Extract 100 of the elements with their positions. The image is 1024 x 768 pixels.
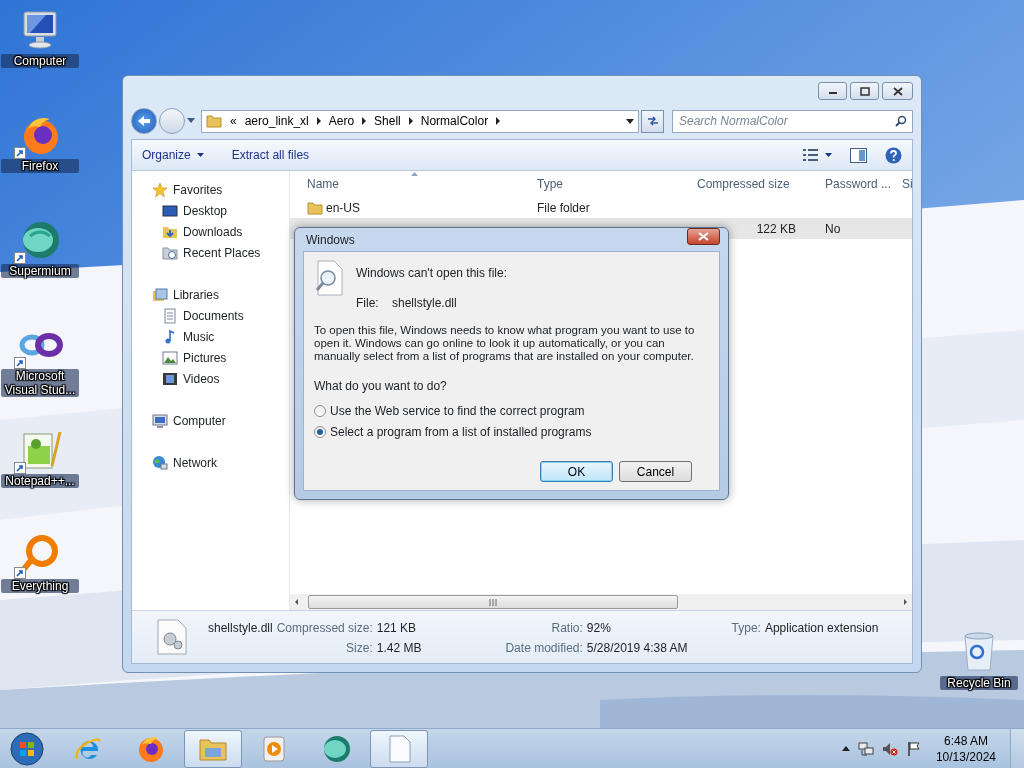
dialog-message: To open this file, Windows needs to know what program you want to use to open it. Windows can go online to look it up automatically, or you can manually select from a list of programs that are installed on your computer. [314, 324, 696, 363]
file-row[interactable]: en-US File folder [290, 197, 912, 218]
address-bar[interactable]: « aero_link_xl Aero Shell NormalColor [201, 109, 639, 133]
dll-file-icon [156, 619, 188, 655]
chevron-icon[interactable] [316, 117, 321, 125]
field-label: Compressed size: [276, 620, 373, 637]
scroll-thumb[interactable] [308, 595, 678, 609]
command-button[interactable]: Organize [142, 146, 204, 164]
taskbar-button[interactable] [370, 729, 428, 768]
dialog-question: What do you want to do? [314, 378, 448, 395]
view-button[interactable] [803, 149, 832, 161]
command-button[interactable]: Extract all files [231, 146, 310, 164]
nav-item[interactable]: Music [132, 326, 289, 347]
dialog-button[interactable]: OK [540, 461, 613, 482]
file-label: File: [356, 295, 380, 312]
picture-icon [162, 349, 178, 366]
close-button[interactable] [882, 82, 913, 100]
computer-icon [152, 412, 168, 429]
column-header[interactable]: Type [520, 175, 680, 193]
clock[interactable]: 6:48 AM 10/13/2024 [929, 732, 1002, 765]
windows-orb-icon [10, 731, 44, 766]
field-value: 5/28/2019 4:38 AM [586, 640, 688, 657]
network-icon[interactable] [857, 740, 874, 757]
field-value: 121 KB [376, 620, 418, 637]
search-field[interactable]: Search NormalColor [672, 109, 913, 133]
folder-icon [206, 113, 222, 129]
close-icon [698, 232, 709, 241]
field-value: Application extension [764, 620, 879, 637]
history-dropdown-icon[interactable] [187, 118, 195, 124]
chevron-icon[interactable] [496, 117, 501, 125]
field-value: 1.42 MB [376, 640, 422, 657]
nav-item[interactable]: Libraries [132, 284, 289, 305]
breadcrumb-overflow[interactable]: « [230, 112, 237, 130]
radio-button[interactable] [314, 425, 326, 438]
breadcrumb-item[interactable]: NormalColor [420, 112, 489, 130]
maximize-icon[interactable] [858, 85, 871, 97]
breadcrumb-item[interactable]: aero_link_xl [244, 112, 309, 130]
dialog-button[interactable]: Cancel [619, 461, 692, 482]
chevron-icon[interactable] [362, 117, 367, 125]
show-hidden-icons-icon[interactable] [841, 746, 850, 751]
icon-label[interactable]: Firefox [1, 159, 79, 173]
library-icon [152, 286, 168, 303]
preview-pane-icon[interactable] [850, 147, 867, 163]
flag-icon[interactable] [905, 740, 922, 757]
file-name: shellstyle.dll [208, 620, 273, 637]
desktop-icon [162, 202, 178, 219]
field-label: Size: [345, 640, 373, 657]
icon-label[interactable]: Everything [1, 579, 79, 593]
refresh-icon [645, 115, 660, 127]
address-dropdown-icon[interactable] [626, 118, 634, 124]
list-view-icon [803, 149, 819, 161]
icon-label[interactable]: Microsoft Visual Stud... [1, 369, 79, 397]
refresh-button[interactable] [641, 109, 664, 133]
grip-icon [489, 598, 497, 606]
option-label: Select a program from a list of installed programs [330, 423, 592, 441]
field-value: 92% [586, 620, 612, 637]
back-button[interactable] [131, 108, 157, 134]
field-label: Date modified: [504, 640, 583, 657]
nav-item[interactable]: Recent Places [132, 242, 289, 263]
maximize-button[interactable] [850, 82, 879, 100]
cell-text: No [825, 220, 841, 238]
breadcrumb-item[interactable]: Aero [328, 112, 355, 130]
folder-clock-icon [162, 244, 178, 261]
search-icon [895, 114, 907, 127]
folder-icon [307, 199, 323, 216]
nav-item[interactable]: Downloads [132, 221, 289, 242]
nav-item[interactable]: Videos [132, 368, 289, 389]
icon-label[interactable]: Supermium [1, 264, 79, 278]
minimize-button[interactable] [818, 82, 847, 100]
taskbar-button[interactable] [184, 729, 242, 768]
nav-item[interactable]: Network [132, 452, 289, 473]
icon-label[interactable]: Notepad++... [1, 474, 79, 488]
nav-item[interactable]: Documents [132, 305, 289, 326]
column-header[interactable]: Password ... [808, 175, 896, 193]
close-button[interactable] [687, 228, 720, 245]
network-icon [152, 454, 168, 471]
help-icon[interactable] [885, 146, 902, 164]
radio-option[interactable]: Select a program from a list of installed programs [314, 421, 709, 442]
chevron-icon[interactable] [408, 117, 413, 125]
icon-label[interactable]: Computer [1, 54, 79, 68]
column-header[interactable]: Compressed size [680, 175, 808, 193]
nav-item[interactable]: Pictures [132, 347, 289, 368]
option-label: Use the Web service to find the correct program [330, 402, 585, 420]
nav-item[interactable]: Favorites [132, 179, 289, 200]
field-label: Ratio: [550, 620, 583, 637]
document-icon [162, 307, 178, 324]
cell-text: 122 KB [756, 220, 796, 238]
nav-item[interactable]: Desktop [132, 200, 289, 221]
breadcrumb-item[interactable]: Shell [374, 112, 401, 130]
column-header[interactable]: Si [896, 175, 918, 193]
radio-option[interactable]: Use the Web service to find the correct program [314, 400, 709, 421]
radio-button[interactable] [314, 404, 326, 417]
column-header[interactable]: Name [290, 175, 520, 193]
icon-label[interactable]: Recycle Bin [940, 676, 1018, 690]
nav-item[interactable]: Computer [132, 410, 289, 431]
cell-text: en-US [326, 199, 360, 217]
horizontal-scrollbar[interactable] [290, 594, 912, 610]
cell-text: File folder [537, 199, 590, 217]
caret-icon [825, 153, 832, 157]
close-icon[interactable] [891, 85, 904, 97]
